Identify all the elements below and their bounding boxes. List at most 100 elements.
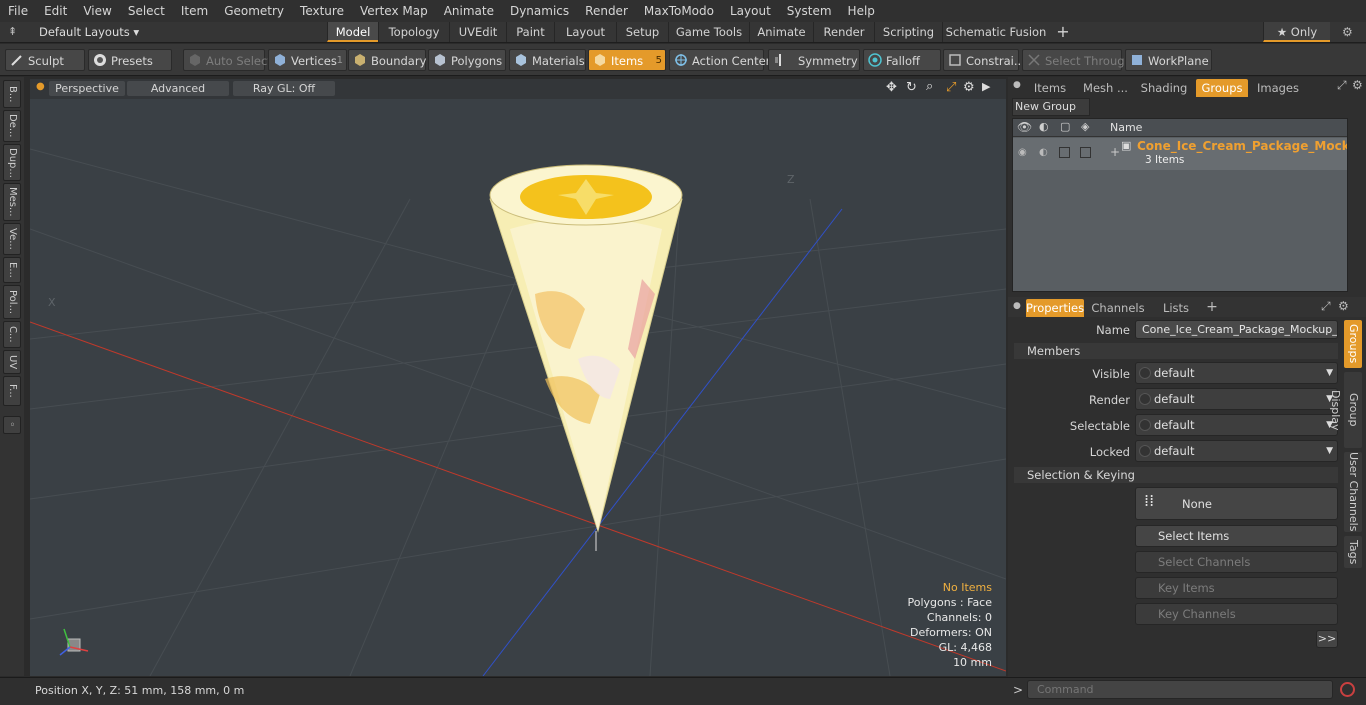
command-input[interactable] bbox=[1027, 680, 1333, 699]
lists-tab[interactable]: Lists bbox=[1152, 299, 1200, 317]
left-tab-curve[interactable]: C... bbox=[3, 321, 21, 348]
tab-uvedit[interactable]: UVEdit bbox=[449, 22, 506, 42]
maximize-icon[interactable]: ⤢ bbox=[946, 80, 956, 95]
side-tab-groups[interactable]: Groups bbox=[1344, 320, 1362, 368]
tab-setup[interactable]: Setup bbox=[616, 22, 668, 42]
menu-view[interactable]: View bbox=[75, 0, 119, 22]
selectable-dropdown[interactable]: default▼ bbox=[1135, 414, 1338, 436]
items-button[interactable]: Items 5 bbox=[588, 49, 666, 71]
menu-maxtomodo[interactable]: MaxToModo bbox=[636, 0, 722, 22]
groups-panel-expand-icon[interactable]: ⤢ bbox=[1337, 78, 1347, 93]
select-icon[interactable]: ◈ bbox=[1081, 120, 1089, 133]
tab-game-tools[interactable]: Game Tools bbox=[668, 22, 749, 42]
left-tab-basic[interactable]: B... bbox=[3, 80, 21, 108]
name-column-header[interactable]: Name bbox=[1110, 121, 1142, 134]
only-toggle[interactable]: ★ Only bbox=[1263, 22, 1330, 42]
channels-tab[interactable]: Channels bbox=[1090, 299, 1146, 317]
panel-tab-mesh[interactable]: Mesh ... bbox=[1077, 79, 1134, 97]
menu-file[interactable]: File bbox=[0, 0, 36, 22]
members-section[interactable]: Members bbox=[1014, 343, 1338, 359]
menu-geometry[interactable]: Geometry bbox=[216, 0, 292, 22]
pan-icon[interactable]: ✥ bbox=[886, 80, 897, 95]
menu-render[interactable]: Render bbox=[577, 0, 636, 22]
left-tab-uv[interactable]: UV bbox=[3, 350, 21, 374]
selection-set-field[interactable]: ⁞⁞ None bbox=[1135, 487, 1338, 520]
properties-tab[interactable]: Properties bbox=[1026, 299, 1084, 317]
default-layouts-dropdown[interactable]: Default Layouts ▾ bbox=[39, 25, 139, 39]
side-tab-user-channels[interactable]: User Channels bbox=[1344, 452, 1362, 532]
presets-button[interactable]: Presets bbox=[88, 49, 172, 71]
row-render-icon[interactable]: ◐ bbox=[1039, 147, 1048, 158]
expand-plus-icon[interactable]: + bbox=[1110, 145, 1120, 159]
lock-icon[interactable]: ▢ bbox=[1060, 120, 1070, 133]
locked-dropdown[interactable]: default ▼ bbox=[1135, 440, 1338, 462]
tab-scripting[interactable]: Scripting bbox=[874, 22, 942, 42]
group-row[interactable]: ◉ ◐ + ▣ Cone_Ice_Cream_Package_Mocku... … bbox=[1013, 138, 1347, 170]
layout-expand-icon[interactable]: ⇞ bbox=[8, 25, 17, 38]
materials-button[interactable]: Materials bbox=[509, 49, 586, 71]
viewport-menu-dot-icon[interactable]: ● bbox=[36, 81, 45, 92]
tab-layout[interactable]: Layout bbox=[554, 22, 616, 42]
left-tab-mesh-edit[interactable]: Mes... bbox=[3, 183, 21, 221]
viewport-more-arrow-icon[interactable]: ▶ bbox=[982, 80, 990, 93]
key-channels-button[interactable]: Key Channels bbox=[1135, 603, 1338, 625]
left-tab-deform[interactable]: De... bbox=[3, 110, 21, 142]
vertices-button[interactable]: Vertices 1 bbox=[268, 49, 347, 71]
properties-gear-icon[interactable]: ⚙ bbox=[1338, 299, 1349, 313]
more-button[interactable]: >> bbox=[1316, 630, 1338, 648]
menu-dynamics[interactable]: Dynamics bbox=[502, 0, 577, 22]
left-tab-fusion[interactable]: F... bbox=[3, 376, 21, 406]
add-properties-tab-button[interactable]: + bbox=[1204, 298, 1220, 316]
symmetry-button[interactable]: Symmetry bbox=[768, 49, 860, 71]
record-icon[interactable] bbox=[1340, 682, 1355, 697]
constraints-button[interactable]: Constrai... bbox=[943, 49, 1025, 71]
panel-tab-images[interactable]: Images bbox=[1252, 79, 1304, 97]
panel-tab-groups[interactable]: Groups bbox=[1196, 79, 1248, 97]
panel-tab-shading[interactable]: Shading bbox=[1137, 79, 1191, 97]
menu-select[interactable]: Select bbox=[120, 0, 173, 22]
row-lock-checkbox[interactable] bbox=[1059, 147, 1070, 158]
settings-gear-icon[interactable]: ⚙ bbox=[1342, 25, 1353, 39]
workplane-button[interactable]: WorkPlane bbox=[1125, 49, 1212, 71]
rotate-icon[interactable]: ↻ bbox=[906, 80, 917, 95]
menu-vertex-map[interactable]: Vertex Map bbox=[352, 0, 436, 22]
properties-menu-icon[interactable]: ● bbox=[1013, 301, 1021, 311]
left-tab-collapse[interactable]: ◦ bbox=[3, 416, 21, 434]
render-icon[interactable]: ◐ bbox=[1039, 120, 1049, 133]
sculpt-button[interactable]: Sculpt bbox=[5, 49, 85, 71]
tab-model[interactable]: Model bbox=[327, 22, 378, 42]
row-eye-icon[interactable]: ◉ bbox=[1018, 147, 1027, 158]
menu-animate[interactable]: Animate bbox=[436, 0, 502, 22]
selection-keying-section[interactable]: Selection & Keying bbox=[1014, 467, 1338, 483]
new-group-button[interactable]: New Group bbox=[1012, 98, 1090, 116]
row-select-checkbox[interactable] bbox=[1080, 147, 1091, 158]
tab-render[interactable]: Render bbox=[813, 22, 874, 42]
falloff-button[interactable]: Falloff bbox=[863, 49, 941, 71]
groups-panel-gear-icon[interactable]: ⚙ bbox=[1352, 78, 1363, 92]
menu-system[interactable]: System bbox=[779, 0, 840, 22]
tab-paint[interactable]: Paint bbox=[506, 22, 554, 42]
3d-viewport[interactable]: X Z No Items Polygons : Face Channels: 0… bbox=[30, 79, 1006, 676]
cone-model[interactable] bbox=[489, 164, 683, 533]
viewport-settings-gear-icon[interactable]: ⚙ bbox=[963, 80, 975, 95]
tab-animate[interactable]: Animate bbox=[749, 22, 813, 42]
tab-schematic-fusion[interactable]: Schematic Fusion bbox=[942, 22, 1049, 42]
key-items-button[interactable]: Key Items bbox=[1135, 577, 1338, 599]
boundary-button[interactable]: Boundary bbox=[348, 49, 426, 71]
left-tab-duplicate[interactable]: Dup... bbox=[3, 144, 21, 181]
perspective-dropdown[interactable]: Perspective bbox=[49, 81, 125, 96]
panel-tab-items[interactable]: Items bbox=[1028, 79, 1072, 97]
advanced-dropdown[interactable]: Advanced bbox=[127, 81, 229, 96]
select-channels-button[interactable]: Select Channels bbox=[1135, 551, 1338, 573]
side-tab-tags[interactable]: Tags bbox=[1344, 536, 1362, 568]
properties-expand-icon[interactable]: ⤢ bbox=[1321, 299, 1331, 314]
visibility-eye-icon[interactable]: 👁 bbox=[1017, 120, 1032, 134]
tab-topology[interactable]: Topology bbox=[378, 22, 449, 42]
select-items-button[interactable]: Select Items bbox=[1135, 525, 1338, 547]
select-through-button[interactable]: Select Through bbox=[1022, 49, 1132, 71]
zoom-icon[interactable]: ⌕ bbox=[926, 79, 933, 94]
menu-texture[interactable]: Texture bbox=[292, 0, 352, 22]
render-dropdown[interactable]: default▼ bbox=[1135, 388, 1338, 410]
name-field[interactable]: Cone_Ice_Cream_Package_Mockup_Var bbox=[1135, 320, 1338, 339]
menu-layout[interactable]: Layout bbox=[722, 0, 779, 22]
